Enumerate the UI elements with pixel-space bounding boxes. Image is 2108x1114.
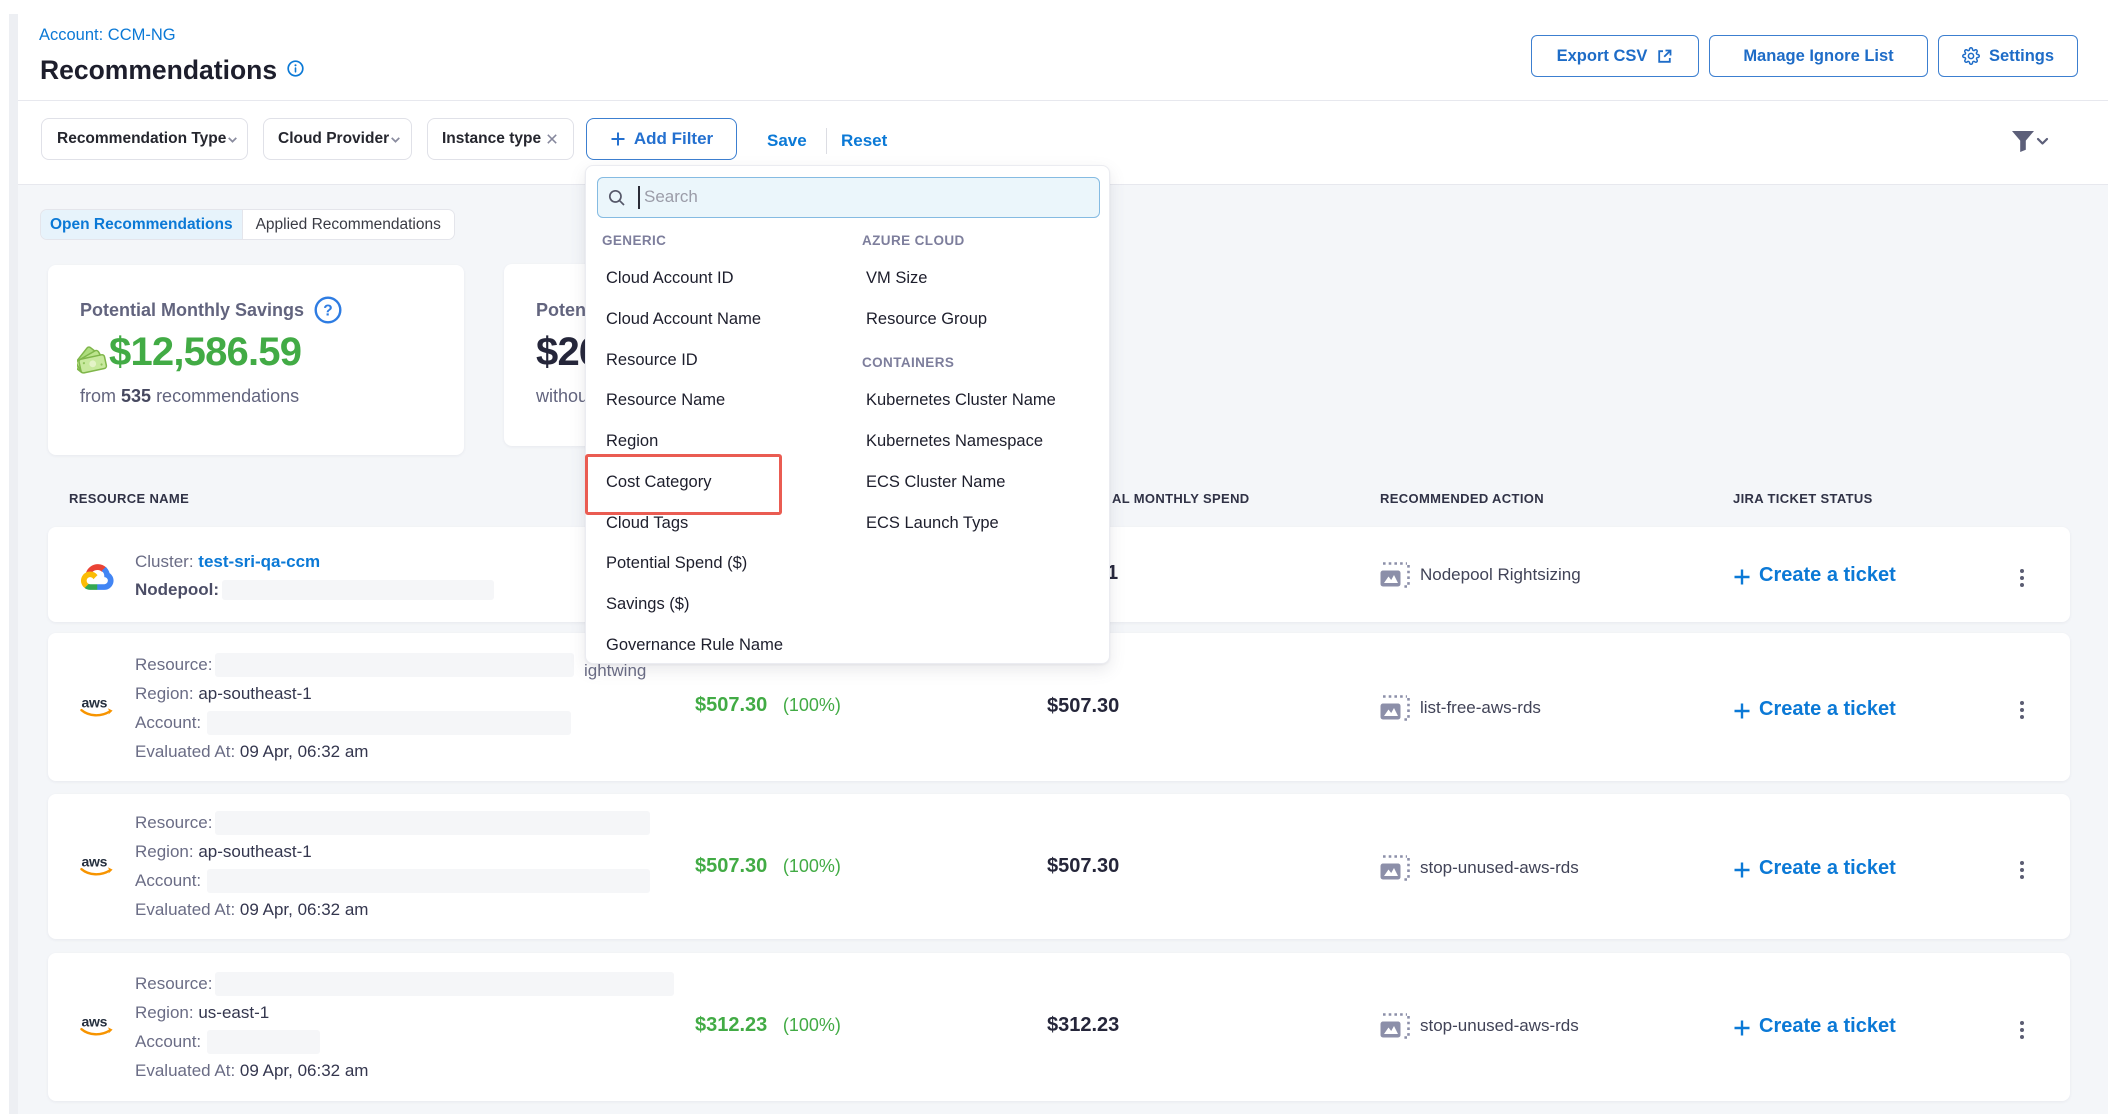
svg-text:aws: aws [82, 1014, 108, 1030]
svg-text:?: ? [323, 303, 332, 320]
svg-text:aws: aws [82, 695, 108, 711]
svg-text:aws: aws [82, 854, 108, 870]
